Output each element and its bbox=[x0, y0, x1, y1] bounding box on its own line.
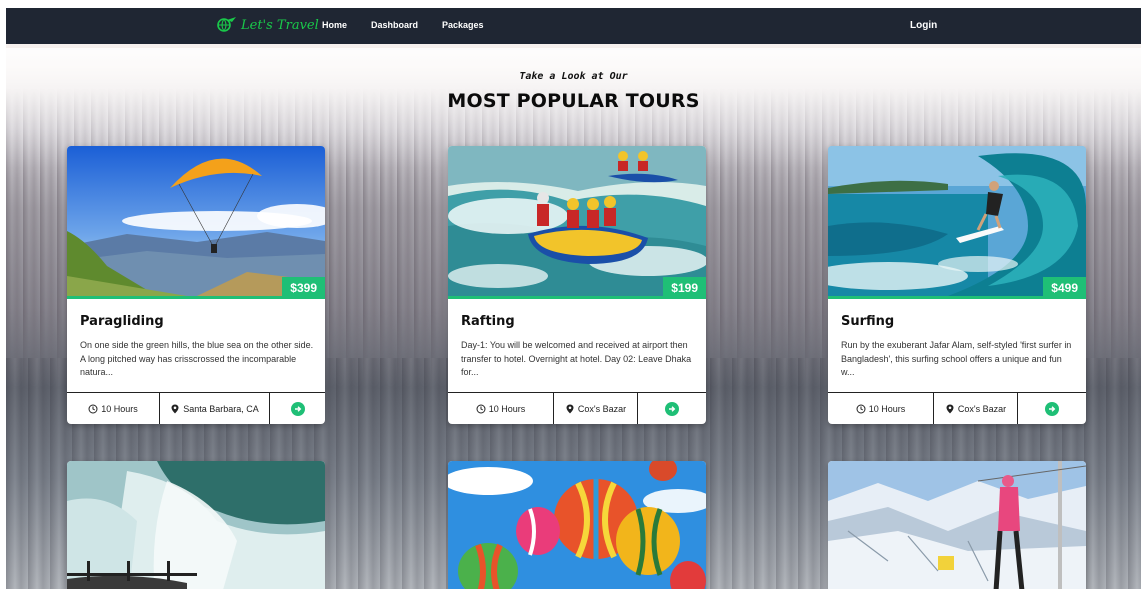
navbar: Let's Travel Home Dashboard Packages Log… bbox=[6, 8, 1141, 44]
map-marker-icon bbox=[566, 404, 574, 413]
tour-card-balloons[interactable] bbox=[448, 461, 706, 589]
login-link[interactable]: Login bbox=[910, 20, 937, 31]
price-badge: $399 bbox=[282, 277, 325, 299]
tour-go bbox=[638, 401, 706, 416]
tour-card-waterfall[interactable] bbox=[67, 461, 325, 589]
arrow-circle-right-icon bbox=[669, 405, 676, 412]
map-marker-icon bbox=[171, 404, 179, 413]
tour-location: Santa Barbara, CA bbox=[160, 392, 270, 424]
tour-card-rafting[interactable]: $199 Rafting Day-1: You will be welcomed… bbox=[448, 146, 706, 424]
tour-image-waterfall bbox=[67, 461, 325, 589]
tour-duration: 10 Hours bbox=[828, 392, 934, 424]
tour-duration: 10 Hours bbox=[448, 392, 554, 424]
price-badge: $499 bbox=[1043, 277, 1086, 299]
go-button[interactable] bbox=[1045, 401, 1059, 416]
tour-go bbox=[270, 401, 325, 416]
duration-text: 10 Hours bbox=[101, 403, 138, 414]
tour-location: Cox's Bazar bbox=[554, 392, 638, 424]
clock-icon bbox=[476, 404, 486, 413]
section-eyebrow: Take a Look at Our bbox=[519, 71, 628, 82]
location-text: Cox's Bazar bbox=[957, 403, 1007, 414]
map-marker-icon bbox=[946, 404, 954, 413]
price-badge: $199 bbox=[663, 277, 706, 299]
nav-link-dashboard[interactable]: Dashboard bbox=[371, 20, 418, 30]
go-button[interactable] bbox=[665, 401, 679, 416]
location-text: Santa Barbara, CA bbox=[183, 403, 259, 414]
tour-title[interactable]: Paragliding bbox=[80, 314, 164, 329]
tour-description: Day-1: You will be welcomed and received… bbox=[461, 340, 692, 377]
tour-duration: 10 Hours bbox=[67, 392, 160, 424]
duration-text: 10 Hours bbox=[868, 403, 906, 414]
nav-links: Home Dashboard Packages bbox=[322, 20, 484, 30]
tour-footer: 10 Hours Santa Barbara, CA bbox=[67, 392, 325, 424]
tour-footer: 10 Hours Cox's Bazar bbox=[448, 392, 706, 424]
tour-image-surfing bbox=[828, 146, 1086, 296]
tour-title[interactable]: Surfing bbox=[841, 314, 894, 329]
go-button[interactable] bbox=[290, 401, 305, 416]
tour-go bbox=[1018, 401, 1086, 416]
arrow-circle-right-icon bbox=[294, 405, 301, 412]
location-text: Cox's Bazar bbox=[577, 403, 627, 414]
section-title: MOST POPULAR TOURS bbox=[447, 90, 700, 112]
tour-description: On one side the green hills, the blue se… bbox=[80, 340, 314, 377]
duration-text: 10 Hours bbox=[488, 403, 526, 414]
tour-description: Run by the exuberant Jafar Alam, self-st… bbox=[841, 340, 1072, 377]
nav-link-packages[interactable]: Packages bbox=[442, 20, 484, 30]
brand-name: Let's Travel bbox=[241, 17, 319, 33]
tour-footer: 10 Hours Cox's Bazar bbox=[828, 392, 1086, 424]
tour-image-balloons bbox=[448, 461, 706, 589]
arrow-circle-right-icon bbox=[1049, 405, 1056, 412]
tour-image-paragliding bbox=[67, 146, 325, 296]
tour-location: Cox's Bazar bbox=[934, 392, 1018, 424]
tour-image-rafting bbox=[448, 146, 706, 296]
tour-title[interactable]: Rafting bbox=[461, 314, 515, 329]
clock-icon bbox=[856, 404, 866, 413]
tour-image-skiing bbox=[828, 461, 1086, 589]
tour-card-paragliding[interactable]: $399 Paragliding On one side the green h… bbox=[67, 146, 325, 424]
nav-link-home[interactable]: Home bbox=[322, 20, 347, 30]
page-frame: Let's Travel Home Dashboard Packages Log… bbox=[6, 8, 1141, 589]
tour-card-surfing[interactable]: $499 Surfing Run by the exuberant Jafar … bbox=[828, 146, 1086, 424]
tour-card-skiing[interactable] bbox=[828, 461, 1086, 589]
clock-icon bbox=[88, 404, 98, 413]
brand-logo[interactable]: Let's Travel bbox=[213, 16, 319, 34]
globe-plane-icon bbox=[217, 17, 236, 32]
